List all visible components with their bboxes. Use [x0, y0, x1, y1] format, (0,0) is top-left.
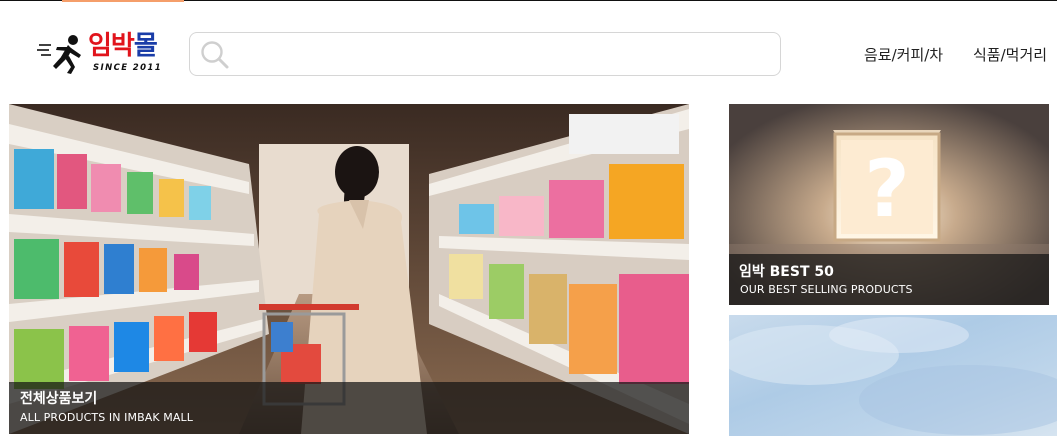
best-50-subtitle: OUR BEST SELLING PRODUCTS: [740, 283, 913, 296]
search-icon[interactable]: [198, 39, 232, 71]
all-products-title: 전체상품보기: [20, 391, 98, 407]
nav-item-food[interactable]: 식품/먹거리: [973, 44, 1047, 65]
runner-icon: [37, 35, 81, 74]
logo-char-2: 박: [110, 31, 135, 61]
logo-char-3: 몰: [133, 31, 158, 61]
top-accent-bar: [62, 0, 184, 2]
site-logo[interactable]: 임박몰 SINCE 2011: [37, 31, 177, 77]
logo-char-1: 임: [88, 31, 112, 61]
nav-item-beverage[interactable]: 음료/커피/차: [864, 44, 943, 65]
all-products-subtitle: ALL PRODUCTS IN IMBAK MALL: [20, 411, 193, 424]
search-box[interactable]: [189, 32, 781, 76]
blue-texture-image: [729, 317, 1057, 435]
banner-caption: 임박 BEST 50 OUR BEST SELLING PRODUCTS: [729, 254, 1049, 305]
logo-since: SINCE 2011: [93, 63, 163, 73]
best-50-title: 임박 BEST 50: [739, 264, 834, 280]
best-50-banner[interactable]: ? 임박 BEST 50 OUR BEST SELLING PRODUCTS: [729, 104, 1049, 305]
promo-banner[interactable]: [729, 315, 1057, 436]
svg-text:?: ?: [864, 145, 909, 235]
logo-wordmark: 임박몰: [88, 31, 158, 61]
search-input[interactable]: [236, 41, 766, 67]
all-products-banner[interactable]: 전체상품보기 ALL PRODUCTS IN IMBAK MALL: [9, 104, 689, 434]
banner-caption: 전체상품보기 ALL PRODUCTS IN IMBAK MALL: [9, 382, 689, 434]
